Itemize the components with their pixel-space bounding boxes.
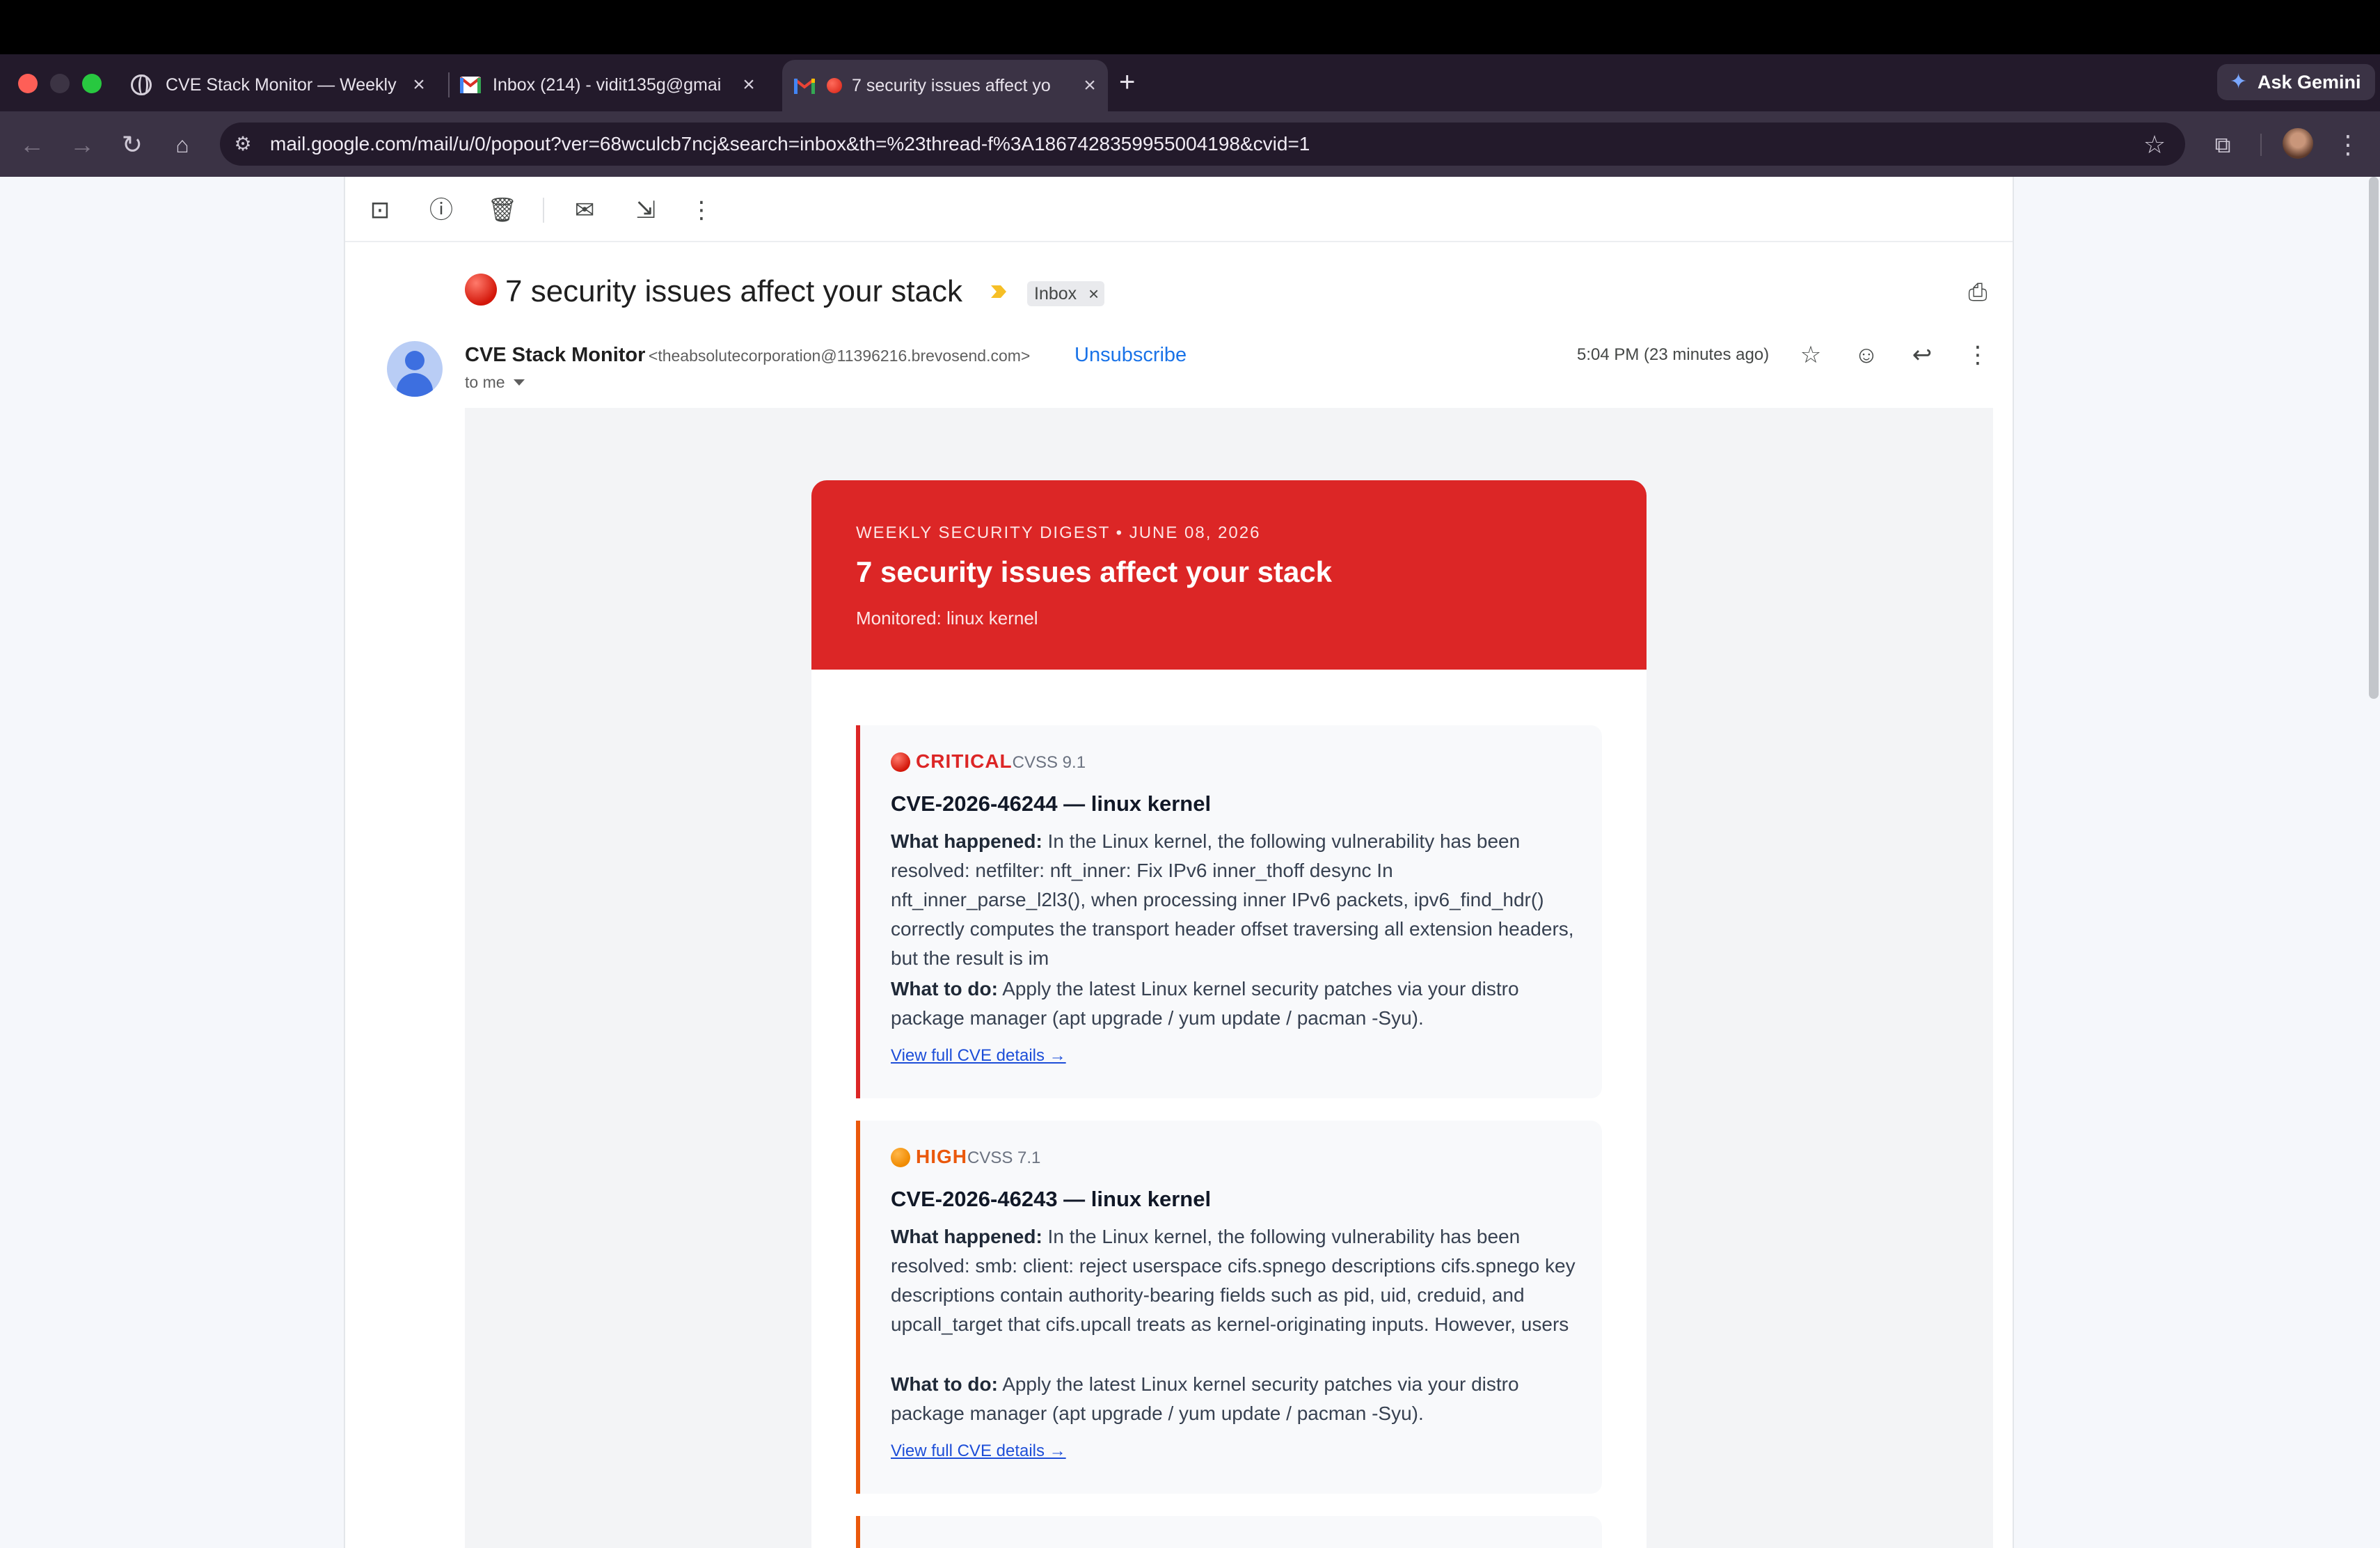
window-close-button[interactable] [18,74,38,93]
cve-details-link[interactable]: View full CVE details → [891,1044,1066,1068]
severity-bar [856,725,860,1098]
caret-down-icon [513,379,525,386]
tab-close-icon[interactable]: × [406,72,431,97]
cve-title: CVE-2026-46243 — linux kernel [891,1187,1212,1211]
toolbar-divider-line [345,241,2013,242]
new-tab-button[interactable]: + [1119,67,1135,97]
tab-title: CVE Stack Monitor — Weekly [166,74,397,95]
cve-what-happened: What happened: In the Linux kernel, the … [891,1222,1587,1339]
high-circle-icon [891,1148,910,1167]
more-options-icon[interactable]: ⋮ [1961,338,1994,372]
report-spam-icon[interactable]: ⓘ [425,194,458,227]
what-to-do-label: What to do: [891,978,998,1000]
move-to-folder-icon[interactable]: ⇲ [629,194,663,227]
window-minimize-button[interactable] [50,74,70,93]
window-zoom-button[interactable] [82,74,102,93]
back-arrow-icon[interactable]: ← [15,128,49,161]
digest-kicker: WEEKLY SECURITY DIGEST • JUNE 08, 2026 [856,523,1261,542]
sender-email: <theabsolutecorporation@11396216.brevose… [648,347,1031,365]
toolbar-divider [543,198,544,223]
url-text[interactable]: mail.google.com/mail/u/0/popout?ver=68wc… [270,132,1310,156]
importance-marker-icon[interactable] [988,281,1009,302]
reply-icon[interactable]: ↩ [1905,338,1939,372]
cve-card: HIGHCVSS 7.1 CVE-2026-46243 — linux kern… [856,1121,1602,1494]
digest-header: WEEKLY SECURITY DIGEST • JUNE 08, 2026 7… [811,480,1647,670]
tab-security-issues[interactable]: 7 security issues affect yo × [782,60,1108,111]
browser-menu-icon[interactable]: ⋮ [2331,128,2365,161]
unsubscribe-link[interactable]: Unsubscribe [1074,341,1187,369]
profile-avatar[interactable] [2283,128,2313,159]
recipient-text: to me [465,373,505,391]
tab-cve-stack-monitor[interactable]: CVE Stack Monitor — Weekly × [117,64,437,106]
subject-text: 7 security issues affect your stack [505,274,963,308]
cvss-score: CVSS 7.1 [967,1148,1041,1167]
scrollbar-thumb[interactable] [2369,177,2379,699]
more-actions-icon[interactable]: ⋮ [685,194,718,227]
delete-trash-icon[interactable]: 🗑 [486,194,519,227]
cve-severity: CRITICALCVSS 9.1 [891,749,1086,777]
sender-avatar [387,341,443,397]
toolbar-separator [2260,134,2262,156]
email-timestamp: 5:04 PM (23 minutes ago) [1577,345,1770,364]
cve-what-to-do: What to do: Apply the latest Linux kerne… [891,974,1587,1033]
emoji-reaction-icon[interactable]: ☺ [1850,338,1883,372]
globe-icon [131,74,152,95]
ask-gemini-label: Ask Gemini [2258,72,2361,93]
forward-arrow-icon[interactable]: → [65,128,99,161]
cve-card [856,1516,1602,1548]
what-to-do-label: What to do: [891,1373,998,1395]
archive-icon[interactable]: ⊡ [363,194,397,227]
tab-inbox[interactable]: Inbox (214) - vidit135g@gmai × [457,64,767,106]
critical-circle-icon [891,752,910,772]
reload-icon[interactable]: ↻ [116,128,149,161]
tab-title: Inbox (214) - vidit135g@gmai [493,74,722,95]
tab-close-icon[interactable]: × [1077,73,1102,98]
tab-title: 7 security issues affect yo [852,75,1051,95]
gmail-icon [793,77,816,95]
gemini-sparkle-icon: ✦ [2230,70,2248,93]
inbox-label-chip[interactable]: Inbox × [1027,281,1105,306]
print-icon[interactable]: ⎙ [1961,276,1994,309]
recipient-dropdown[interactable]: to me [465,370,525,394]
digest-monitored: Monitored: linux kernel [856,608,1038,629]
screen-top-bar [0,0,2380,54]
bookmark-star-icon[interactable]: ☆ [2138,128,2171,161]
star-icon[interactable]: ☆ [1794,338,1827,372]
digest-card: WEEKLY SECURITY DIGEST • JUNE 08, 2026 7… [811,480,1647,1548]
what-happened-label: What happened: [891,1226,1042,1247]
severity-bar [856,1121,860,1494]
cve-severity: HIGHCVSS 7.1 [891,1144,1040,1173]
gmail-icon [459,76,482,94]
mark-unread-icon[interactable]: ✉ [568,194,601,227]
tab-close-icon[interactable]: × [736,72,761,97]
severity-label: HIGH [916,1146,967,1167]
email-subject: 7 security issues affect your stack [465,271,962,312]
cve-title: CVE-2026-46244 — linux kernel [891,791,1212,816]
red-circle-icon [465,274,497,306]
cve-card: CRITICALCVSS 9.1 CVE-2026-46244 — linux … [856,725,1602,1098]
severity-label: CRITICAL [916,750,1013,772]
what-happened-label: What happened: [891,830,1042,852]
remove-label-icon[interactable]: × [1088,281,1099,306]
cve-what-to-do: What to do: Apply the latest Linux kerne… [891,1370,1587,1428]
tab-separator [448,72,450,97]
home-icon[interactable]: ⌂ [166,128,199,161]
cvss-score: CVSS 9.1 [1012,753,1086,772]
ask-gemini-button[interactable]: ✦ Ask Gemini [2217,64,2375,100]
sender-line: CVE Stack Monitor <theabsolutecorporatio… [465,341,1030,372]
red-circle-icon [827,78,842,93]
cve-what-happened: What happened: In the Linux kernel, the … [891,827,1587,973]
inbox-label-text: Inbox [1034,284,1077,303]
sender-name[interactable]: CVE Stack Monitor [465,344,645,366]
digest-title: 7 security issues affect your stack [856,555,1333,588]
severity-bar [856,1516,860,1548]
extensions-puzzle-icon[interactable]: ⧉ [2206,128,2239,161]
site-settings-icon[interactable]: ⚙ [231,132,255,156]
cve-details-link[interactable]: View full CVE details → [891,1439,1066,1463]
